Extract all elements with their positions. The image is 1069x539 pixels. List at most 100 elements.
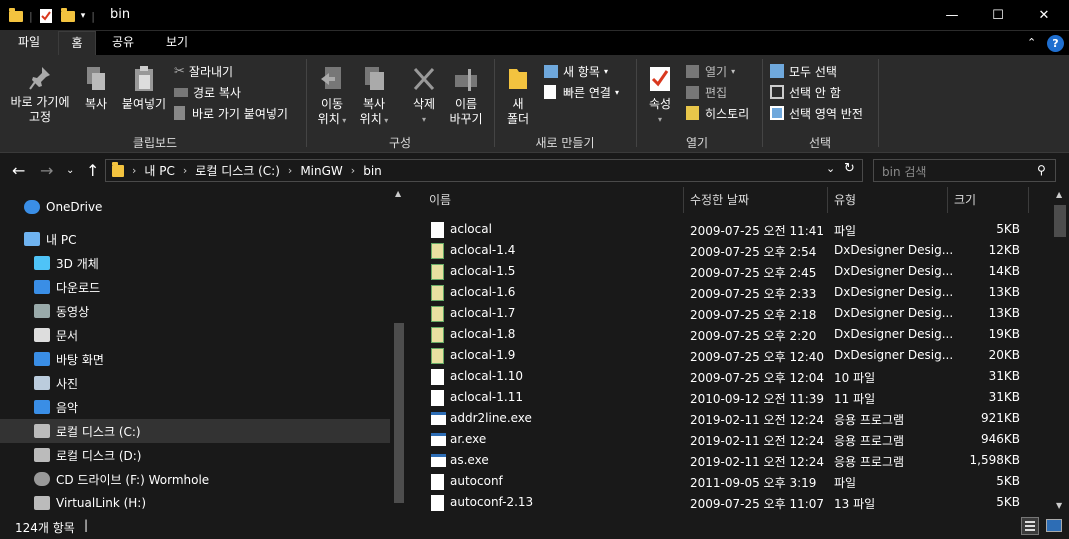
delete-button[interactable]: 삭제 ▾: [404, 65, 444, 127]
nav-item[interactable]: 바탕 화면: [0, 347, 390, 371]
file-row[interactable]: autoconf 2011-09-05 오후 3:19 파일 5KB: [409, 471, 1049, 492]
chevron-down-icon[interactable]: ▾: [81, 11, 86, 21]
copy-to-label-2: 위치 ▾: [359, 112, 389, 126]
close-button[interactable]: ✕: [1021, 0, 1067, 31]
column-divider[interactable]: [683, 187, 684, 213]
file-size: 5KB: [996, 222, 1020, 236]
column-header-name[interactable]: 이름: [429, 187, 451, 213]
file-row[interactable]: aclocal-1.8 2009-07-25 오후 2:20 DxDesigner …: [409, 324, 1049, 345]
collapse-ribbon-icon[interactable]: ⌃: [1027, 36, 1036, 49]
scroll-down-icon[interactable]: ▼: [1056, 501, 1062, 510]
breadcrumb-bin[interactable]: bin: [363, 164, 382, 178]
tab-home[interactable]: 홈: [58, 31, 96, 55]
nav-item[interactable]: 3D 개체: [0, 251, 390, 275]
help-icon[interactable]: ?: [1047, 35, 1064, 52]
nav-scroll-thumb[interactable]: [394, 323, 404, 503]
file-row[interactable]: aclocal-1.9 2009-07-25 오후 12:40 DxDesigner…: [409, 345, 1049, 366]
nav-item[interactable]: 로컬 디스크 (C:): [0, 419, 390, 443]
column-header-size[interactable]: 크기: [954, 187, 976, 213]
new-item-button[interactable]: 새 항목 ▾: [544, 62, 608, 80]
column-divider[interactable]: [827, 187, 828, 213]
history-button[interactable]: 히스토리: [686, 104, 749, 122]
nav-item[interactable]: VirtualLink (H:): [0, 491, 390, 513]
select-all-button[interactable]: 모두 선택: [770, 62, 837, 80]
file-row[interactable]: aclocal-1.7 2009-07-25 오후 2:18 DxDesigner …: [409, 303, 1049, 324]
move-to-button[interactable]: 이동 위치 ▾: [312, 65, 352, 128]
breadcrumb-this-pc[interactable]: 내 PC: [144, 162, 174, 179]
column-divider[interactable]: [947, 187, 948, 213]
large-icons-view-icon[interactable]: [1046, 519, 1062, 532]
details-view-icon[interactable]: [1021, 517, 1039, 535]
scroll-up-icon[interactable]: ▲: [1056, 190, 1062, 199]
folder-icon: [112, 161, 124, 177]
nav-item[interactable]: 사진: [0, 371, 390, 395]
dxdesigner-file-icon: [431, 264, 444, 280]
search-icon[interactable]: ⚲: [1037, 163, 1046, 177]
file-row[interactable]: aclocal-1.11 2010-09-12 오전 11:39 11 파일 31KB: [409, 387, 1049, 408]
minimize-button[interactable]: —: [929, 0, 975, 31]
nav-item[interactable]: 로컬 디스크 (D:): [0, 443, 390, 467]
paste-button[interactable]: 붙여넣기: [118, 65, 170, 112]
pin-to-quick-access-button[interactable]: 바로 가기에 고정: [4, 65, 76, 125]
scroll-thumb[interactable]: [1054, 205, 1066, 237]
back-arrow-icon[interactable]: ←: [12, 161, 25, 180]
recent-locations-chevron-icon[interactable]: ⌄: [66, 165, 74, 176]
new-folder-button[interactable]: 새 폴더: [500, 65, 536, 127]
rename-button[interactable]: 이름 바꾸기: [446, 65, 486, 127]
nav-item[interactable]: 동영상: [0, 299, 390, 323]
address-history-chevron-icon[interactable]: ⌄: [826, 162, 835, 175]
nav-item[interactable]: 음악: [0, 395, 390, 419]
select-none-button[interactable]: 선택 안 함: [770, 83, 841, 101]
easy-access-button[interactable]: 빠른 연결 ▾: [544, 83, 619, 101]
file-date: 2011-09-05 오후 3:19: [690, 476, 817, 490]
folder-icon[interactable]: [9, 7, 23, 22]
breadcrumb-local-disk-c[interactable]: 로컬 디스크 (C:): [195, 162, 280, 179]
status-bar: 124개 항목 |: [0, 513, 1069, 539]
nav-item[interactable]: 내 PC: [0, 227, 390, 251]
nav-item[interactable]: 다운로드: [0, 275, 390, 299]
file-row[interactable]: autoconf-2.13 2009-07-25 오후 11:07 13 파일 5KB: [409, 492, 1049, 513]
file-list-scrollbar[interactable]: ▲ ▼: [1051, 187, 1069, 513]
file-row[interactable]: as.exe 2019-02-11 오전 12:24 응용 프로그램 1,598KB: [409, 450, 1049, 471]
file-row[interactable]: aclocal-1.5 2009-07-25 오후 2:45 DxDesigner …: [409, 261, 1049, 282]
new-folder-icon: [509, 69, 527, 89]
file-row[interactable]: aclocal-1.10 2009-07-25 오후 12:04 10 파일 31KB: [409, 366, 1049, 387]
forward-arrow-icon[interactable]: →: [40, 161, 53, 180]
edit-button[interactable]: 편집: [686, 83, 727, 101]
cut-button[interactable]: ✂ 잘라내기: [174, 62, 233, 80]
properties-button[interactable]: 속성 ▾: [642, 65, 678, 127]
file-row[interactable]: ar.exe 2019-02-11 오전 12:24 응용 프로그램 946KB: [409, 429, 1049, 450]
nav-item[interactable]: 문서: [0, 323, 390, 347]
file-type: DxDesigner Desig...: [834, 348, 954, 362]
column-divider[interactable]: [1028, 187, 1029, 213]
nav-pane-scrollbar[interactable]: ▲: [392, 187, 406, 513]
tab-share[interactable]: 공유: [98, 31, 148, 55]
drive-icon: [34, 448, 50, 462]
nav-item[interactable]: OneDrive: [0, 195, 390, 219]
column-header-type[interactable]: 유형: [834, 187, 856, 213]
paste-shortcut-button[interactable]: 바로 가기 붙여넣기: [174, 104, 288, 122]
file-row[interactable]: aclocal-1.4 2009-07-25 오후 2:54 DxDesigner …: [409, 240, 1049, 261]
invert-selection-button[interactable]: 선택 영역 반전: [770, 104, 863, 122]
maximize-button[interactable]: ☐: [975, 0, 1021, 31]
file-row[interactable]: aclocal 2009-07-25 오전 11:41 파일 5KB: [409, 219, 1049, 240]
tab-view[interactable]: 보기: [150, 31, 204, 55]
properties-icon[interactable]: [39, 8, 53, 24]
copy-path-button[interactable]: 경로 복사: [174, 83, 241, 101]
file-row[interactable]: addr2line.exe 2019-02-11 오전 12:24 응용 프로그램 9…: [409, 408, 1049, 429]
new-folder-icon[interactable]: [60, 7, 75, 22]
tab-file[interactable]: 파일: [0, 31, 58, 55]
column-header-date[interactable]: 수정한 날짜: [690, 187, 749, 213]
open-button[interactable]: 열기 ▾: [686, 62, 735, 80]
copy-to-button[interactable]: 복사 위치 ▾: [354, 65, 394, 128]
file-type: DxDesigner Desig...: [834, 306, 954, 320]
breadcrumb-mingw[interactable]: MinGW: [300, 164, 342, 178]
nav-scroll-up-icon[interactable]: ▲: [395, 189, 401, 198]
up-arrow-icon[interactable]: ↑: [86, 161, 99, 180]
search-input[interactable]: bin 검색: [873, 159, 1056, 182]
refresh-icon[interactable]: ↻: [844, 161, 855, 176]
address-bar[interactable]: › 내 PC › 로컬 디스크 (C:) › MinGW › bin ⌄ ↻: [105, 159, 863, 182]
file-row[interactable]: aclocal-1.6 2009-07-25 오후 2:33 DxDesigner …: [409, 282, 1049, 303]
copy-button[interactable]: 복사: [78, 65, 114, 112]
nav-item[interactable]: CD 드라이브 (F:) Wormhole: [0, 467, 390, 491]
